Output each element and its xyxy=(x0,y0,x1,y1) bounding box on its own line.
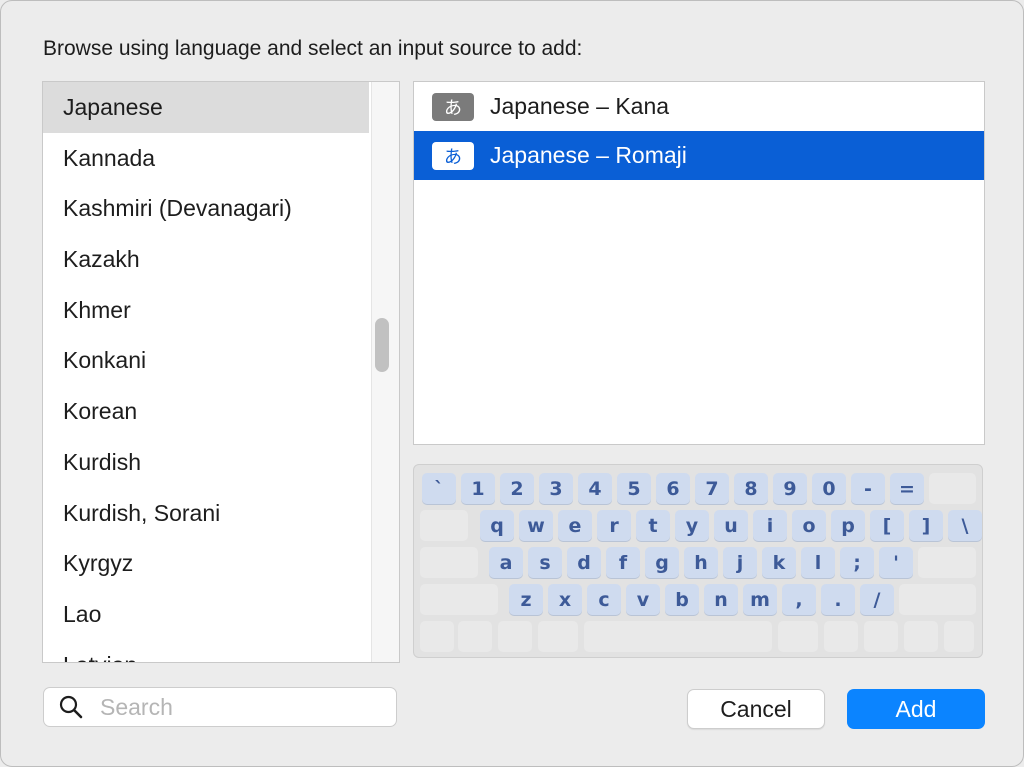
keyboard-key: = xyxy=(890,473,924,504)
language-item[interactable]: Korean xyxy=(43,386,369,437)
keyboard-key: n xyxy=(704,584,738,615)
keyboard-blank-key xyxy=(944,621,974,652)
keyboard-key: c xyxy=(587,584,621,615)
input-source-item[interactable]: あ Japanese – Kana xyxy=(414,82,984,131)
keyboard-key: ` xyxy=(422,473,456,504)
keyboard-key: ] xyxy=(909,510,943,541)
keyboard-key: p xyxy=(831,510,865,541)
keyboard-preview: ` 1 2 3 4 5 6 7 8 9 0- = q w e r t y u i o p[] \ a s d f g h j k l; ' z x c… xyxy=(413,464,983,658)
keyboard-key: 3 xyxy=(539,473,573,504)
language-item[interactable]: Kazakh xyxy=(43,234,369,285)
keyboard-blank-key xyxy=(498,621,532,652)
keyboard-key: u xyxy=(714,510,748,541)
keyboard-key: o xyxy=(792,510,826,541)
language-item[interactable]: Japanese xyxy=(43,82,369,133)
keyboard-key: 5 xyxy=(617,473,651,504)
keyboard-blank-key xyxy=(778,621,818,652)
language-item[interactable]: Kurdish, Sorani xyxy=(43,488,369,539)
keyboard-key: f xyxy=(606,547,640,578)
language-item[interactable]: Kyrgyz xyxy=(43,538,369,589)
cancel-button[interactable]: Cancel xyxy=(687,689,825,729)
input-source-label: Japanese – Kana xyxy=(490,93,670,119)
keyboard-key: q xyxy=(480,510,514,541)
keyboard-key: a xyxy=(489,547,523,578)
keyboard-key: 6 xyxy=(656,473,690,504)
keyboard-blank-key xyxy=(420,510,468,541)
keyboard-blank-key xyxy=(420,621,454,652)
keyboard-key: t xyxy=(636,510,670,541)
language-item[interactable]: Kurdish xyxy=(43,437,369,488)
keyboard-key: w xyxy=(519,510,553,541)
keyboard-blank-key xyxy=(420,547,478,578)
magnifier-icon xyxy=(59,695,83,719)
keyboard-blank-key xyxy=(538,621,578,652)
keyboard-key: 7 xyxy=(695,473,729,504)
keyboard-key: - xyxy=(851,473,885,504)
language-list-panel[interactable]: Japanese Kannada Kashmiri (Devanagari) K… xyxy=(42,81,400,663)
language-item[interactable]: Khmer xyxy=(43,285,369,336)
keyboard-blank-key xyxy=(918,547,976,578)
keyboard-key: , xyxy=(782,584,816,615)
input-source-label: Japanese – Romaji xyxy=(490,142,687,168)
keyboard-key: [ xyxy=(870,510,904,541)
language-item[interactable]: Kannada xyxy=(43,133,369,184)
keyboard-key: y xyxy=(675,510,709,541)
keyboard-key: 0 xyxy=(812,473,846,504)
keyboard-blank-key xyxy=(420,584,498,615)
keyboard-blank-key xyxy=(584,621,772,652)
keyboard-key: . xyxy=(821,584,855,615)
language-item[interactable]: Konkani xyxy=(43,335,369,386)
keyboard-key: i xyxy=(753,510,787,541)
keyboard-key: 1 xyxy=(461,473,495,504)
keyboard-key: g xyxy=(645,547,679,578)
keyboard-blank-key xyxy=(899,584,976,615)
language-item[interactable]: Lao xyxy=(43,589,369,640)
keyboard-key: \ xyxy=(948,510,982,541)
keyboard-key: 2 xyxy=(500,473,534,504)
keyboard-blank-key xyxy=(864,621,898,652)
keyboard-key: 4 xyxy=(578,473,612,504)
keyboard-key: x xyxy=(548,584,582,615)
keyboard-key: 9 xyxy=(773,473,807,504)
keyboard-key: j xyxy=(723,547,757,578)
add-button[interactable]: Add xyxy=(847,689,985,729)
keyboard-key: h xyxy=(684,547,718,578)
input-source-dialog: Browse using language and select an inpu… xyxy=(0,0,1024,767)
keyboard-key: b xyxy=(665,584,699,615)
keyboard-key: s xyxy=(528,547,562,578)
keyboard-key: l xyxy=(801,547,835,578)
language-list-scrollbar-track[interactable] xyxy=(371,82,399,662)
keyboard-key: 8 xyxy=(734,473,768,504)
keyboard-key: / xyxy=(860,584,894,615)
hiragana-a-icon: あ xyxy=(432,141,474,170)
keyboard-blank-key xyxy=(458,621,492,652)
language-item[interactable]: Kashmiri (Devanagari) xyxy=(43,183,369,234)
search-input[interactable] xyxy=(98,692,382,722)
keyboard-blank-key xyxy=(929,473,976,504)
input-source-list: あ Japanese – Kana あ Japanese – Romaji xyxy=(413,81,985,445)
language-list: Japanese Kannada Kashmiri (Devanagari) K… xyxy=(43,82,369,662)
keyboard-key: e xyxy=(558,510,592,541)
keyboard-key: d xyxy=(567,547,601,578)
dialog-prompt: Browse using language and select an inpu… xyxy=(43,37,583,60)
keyboard-key: ; xyxy=(840,547,874,578)
input-source-item[interactable]: あ Japanese – Romaji xyxy=(414,131,984,180)
keyboard-key: r xyxy=(597,510,631,541)
keyboard-key: ' xyxy=(879,547,913,578)
hiragana-a-icon: あ xyxy=(432,92,474,121)
search-field[interactable] xyxy=(43,687,397,727)
language-list-scrollbar-thumb[interactable] xyxy=(375,318,389,372)
keyboard-key: v xyxy=(626,584,660,615)
language-item[interactable]: Latvian xyxy=(43,640,369,662)
keyboard-blank-key xyxy=(824,621,858,652)
keyboard-key: m xyxy=(743,584,777,615)
keyboard-key: z xyxy=(509,584,543,615)
keyboard-blank-key xyxy=(904,621,938,652)
keyboard-key: k xyxy=(762,547,796,578)
